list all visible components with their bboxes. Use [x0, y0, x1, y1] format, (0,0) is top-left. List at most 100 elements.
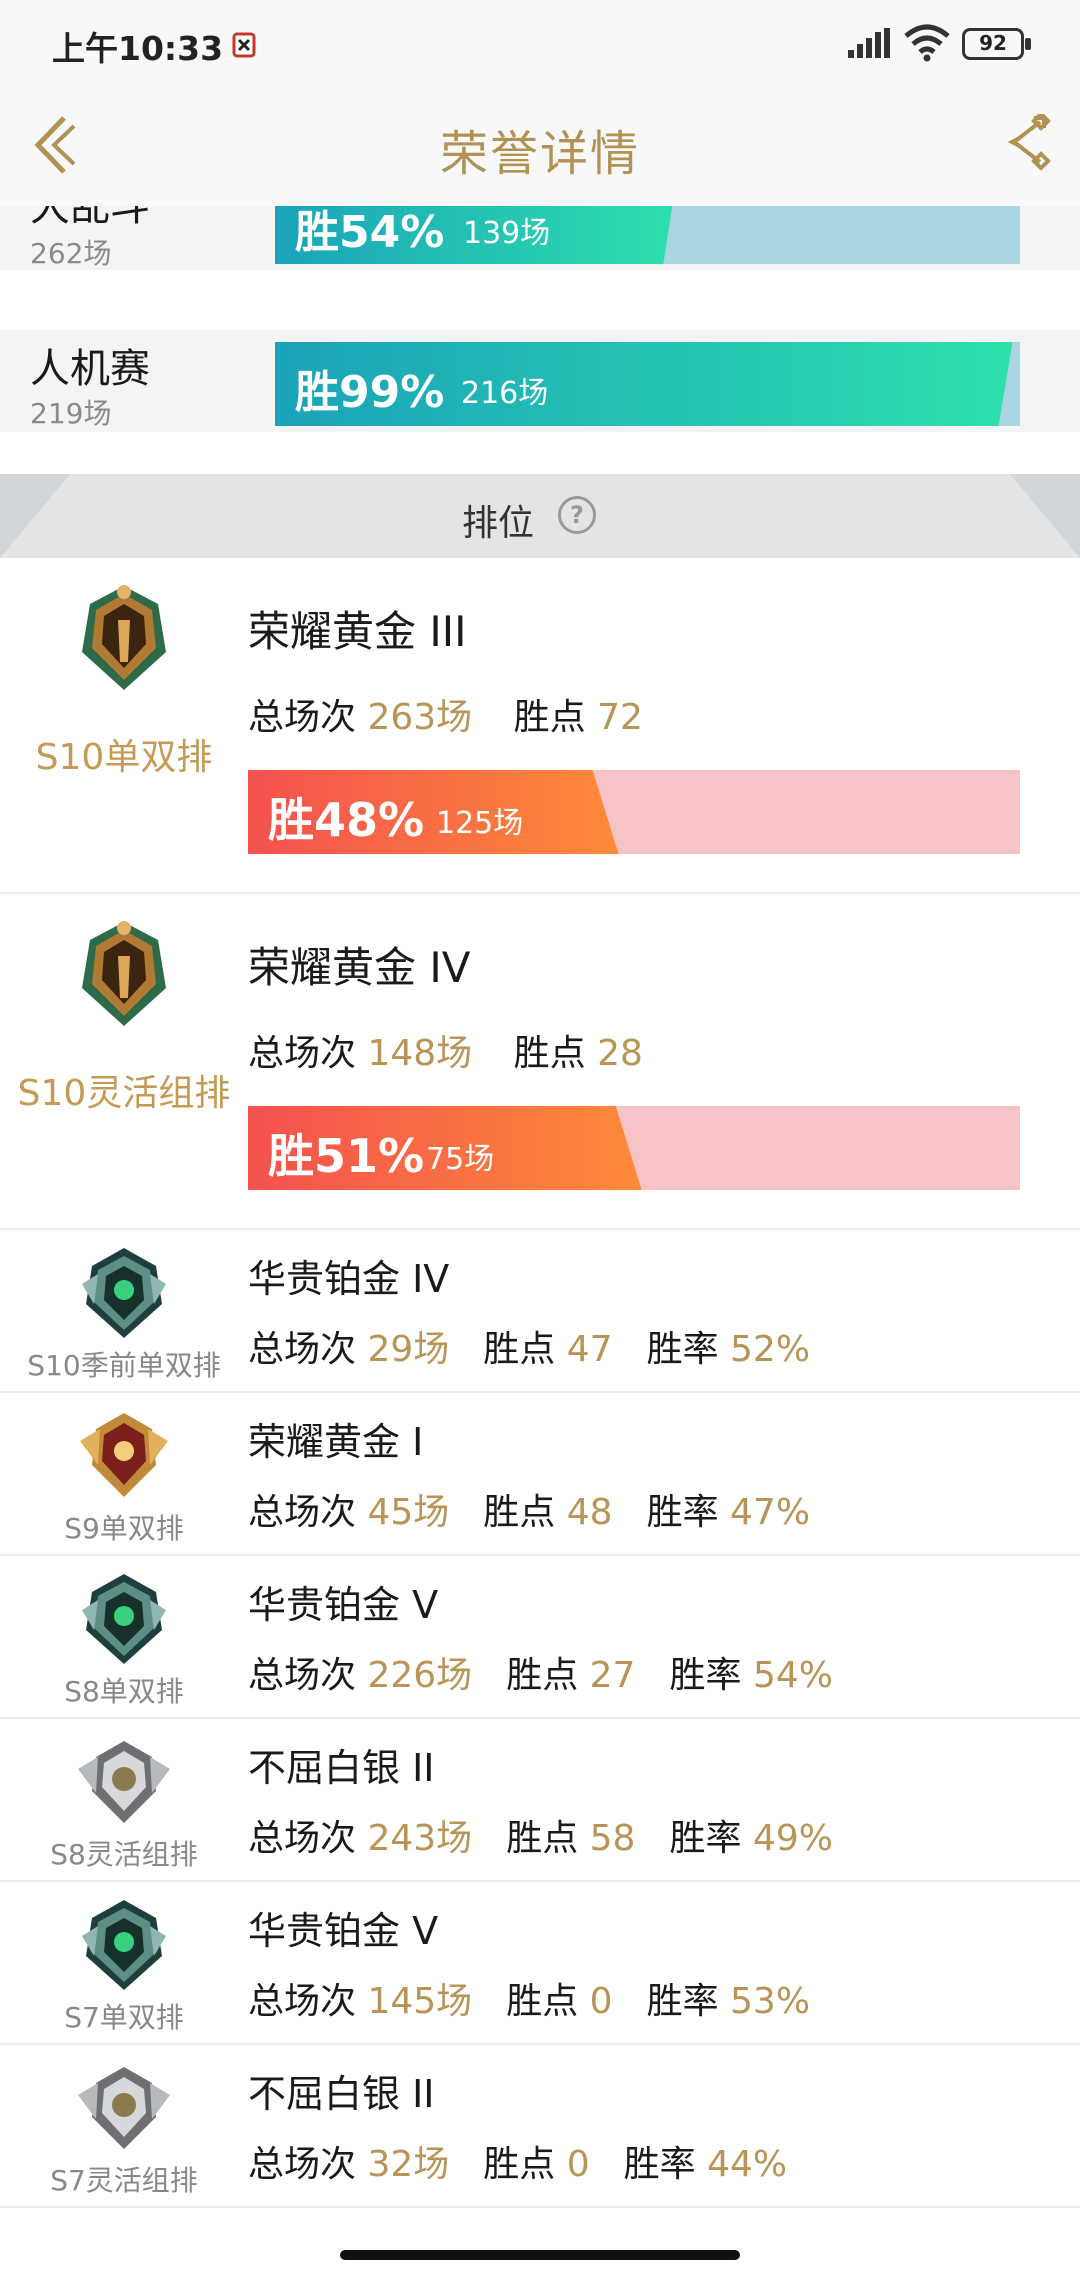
rank-history-row[interactable]: S7灵活组排 不屈白银 II 总场次 32场 胜点 0 胜率 44% — [0, 2045, 1080, 2208]
wifi-icon — [904, 24, 950, 62]
page-title: 荣誉详情 — [439, 126, 640, 182]
rate-value: 52% — [730, 1329, 811, 1370]
season-label: S7单双排 — [64, 2001, 184, 2034]
platinum-emblem-icon — [82, 1248, 166, 1338]
silver-emblem-icon — [78, 1741, 170, 1823]
rank-history-row[interactable]: S7单双排 华贵铂金 V 总场次 145场 胜点 0 胜率 53% — [0, 1882, 1080, 2045]
rank-name: 荣耀黄金 IV — [248, 943, 471, 992]
rank-section-header: 排位 ? — [0, 474, 1080, 558]
season-label: S10单双排 — [35, 737, 213, 778]
win-games-label: 216场 — [461, 376, 549, 411]
home-indicator[interactable] — [340, 2250, 740, 2260]
rank-name: 华贵铂金 IV — [248, 1257, 450, 1301]
win-rate-bar: 胜99% 216场 — [275, 342, 1020, 426]
gold-emblem-icon — [80, 1413, 168, 1497]
total-label: 总场次 — [248, 1492, 357, 1533]
rank-stats: 总场次 243场 胜点 58 胜率 49% — [248, 1809, 867, 1861]
points-label: 胜点 — [506, 1655, 579, 1696]
mode-count: 219场 — [30, 397, 112, 430]
total-label: 总场次 — [248, 2144, 357, 2185]
total-label: 总场次 — [248, 1655, 357, 1696]
mode-row[interactable]: 人机赛 219场 胜99% 216场 — [0, 330, 1080, 432]
help-icon[interactable]: ? — [558, 496, 596, 534]
rate-label: 胜率 — [646, 1329, 719, 1370]
points-value: 0 — [566, 2144, 590, 2185]
total-value: 243场 — [367, 1818, 473, 1859]
rank-name: 荣耀黄金 III — [248, 607, 467, 656]
rank-name: 华贵铂金 V — [248, 1909, 439, 1953]
points-value: 47 — [566, 1329, 613, 1370]
total-label: 总场次 — [248, 1818, 357, 1859]
rank-stats: 总场次 226场 胜点 27 胜率 54% — [248, 1646, 867, 1698]
rate-value: 53% — [730, 1981, 811, 2022]
points-label: 胜点 — [513, 697, 586, 738]
total-value: 148场 — [367, 1033, 473, 1074]
rank-section-title: 排位 — [462, 503, 535, 544]
points-label: 胜点 — [513, 1033, 586, 1074]
list-item-partial — [0, 2218, 1080, 2280]
rank-stats: 总场次 145场 胜点 0 胜率 53% — [248, 1972, 844, 2024]
win-rate-bar: 胜51% 75场 — [248, 1106, 1020, 1190]
rank-stats: 总场次 148场 胜点 28 — [248, 1024, 673, 1076]
mode-name: 人机赛 — [30, 346, 150, 392]
points-value: 72 — [597, 697, 643, 738]
rank-name: 不屈白银 II — [248, 2072, 435, 2116]
points-label: 胜点 — [506, 1981, 579, 2022]
total-label: 总场次 — [248, 1329, 357, 1370]
silver-emblem-icon — [78, 2067, 170, 2149]
points-label: 胜点 — [506, 1818, 579, 1859]
rank-history-row[interactable]: S9单双排 荣耀黄金 I 总场次 45场 胜点 48 胜率 47% — [0, 1393, 1080, 1556]
signal-icon — [848, 28, 890, 58]
rank-stats: 总场次 263场 胜点 72 — [248, 688, 673, 740]
rank-history-row[interactable]: S8灵活组排 不屈白银 II 总场次 243场 胜点 58 胜率 49% — [0, 1719, 1080, 1882]
share-icon[interactable] — [1000, 114, 1052, 170]
points-value: 0 — [589, 1981, 613, 2022]
rank-stats: 总场次 32场 胜点 0 胜率 44% — [248, 2135, 821, 2187]
rate-value: 44% — [707, 2144, 788, 2185]
win-games-label: 125场 — [436, 806, 524, 841]
rank-card[interactable]: S10灵活组排 荣耀黄金 IV 总场次 148场 胜点 28 胜51% 75场 — [0, 894, 1080, 1230]
win-rate-label: 胜99% — [295, 367, 445, 418]
rank-name: 华贵铂金 V — [248, 1583, 439, 1627]
win-games-label: 139场 — [463, 216, 551, 251]
platinum-emblem-icon — [82, 1900, 166, 1990]
points-label: 胜点 — [483, 1329, 556, 1370]
total-label: 总场次 — [248, 697, 357, 738]
total-label: 总场次 — [248, 1033, 357, 1074]
points-label: 胜点 — [483, 2144, 556, 2185]
rank-card[interactable]: S10单双排 荣耀黄金 III 总场次 263场 胜点 72 胜48% 125场 — [0, 558, 1080, 894]
rate-label: 胜率 — [623, 2144, 696, 2185]
total-label: 总场次 — [248, 1981, 357, 2022]
season-label: S8灵活组排 — [50, 1838, 198, 1871]
battery-level: 92 — [979, 31, 1007, 55]
total-value: 226场 — [367, 1655, 473, 1696]
rate-value: 54% — [752, 1655, 833, 1696]
points-value: 27 — [589, 1655, 636, 1696]
app-header: 荣誉详情 — [0, 86, 1080, 206]
win-games-label: 75场 — [426, 1142, 495, 1177]
status-time: 上午10:33 — [52, 29, 224, 68]
rank-stats: 总场次 29场 胜点 47 胜率 52% — [248, 1320, 844, 1372]
points-value: 58 — [589, 1818, 636, 1859]
season-label: S10季前单双排 — [27, 1349, 221, 1382]
points-label: 胜点 — [483, 1492, 556, 1533]
platinum-emblem-icon — [82, 1574, 166, 1664]
total-value: 45场 — [367, 1492, 450, 1533]
rate-label: 胜率 — [669, 1818, 742, 1859]
points-value: 28 — [597, 1033, 643, 1074]
rank-stats: 总场次 45场 胜点 48 胜率 47% — [248, 1483, 844, 1535]
rank-history-row[interactable]: S8单双排 华贵铂金 V 总场次 226场 胜点 27 胜率 54% — [0, 1556, 1080, 1719]
win-rate-label: 胜48% — [268, 793, 425, 847]
points-value: 48 — [566, 1492, 613, 1533]
total-value: 145场 — [367, 1981, 473, 2022]
rate-value: 49% — [752, 1818, 833, 1859]
total-value: 29场 — [367, 1329, 450, 1370]
win-rate-label: 胜51% — [268, 1129, 425, 1183]
season-label: S7灵活组排 — [50, 2164, 198, 2197]
rate-label: 胜率 — [669, 1655, 742, 1696]
status-bar: 上午10:33 92 — [0, 0, 1080, 86]
rank-name: 不屈白银 II — [248, 1746, 435, 1790]
total-value: 263场 — [367, 697, 473, 738]
season-label: S8单双排 — [64, 1675, 184, 1708]
rank-history-row[interactable]: S10季前单双排 华贵铂金 IV 总场次 29场 胜点 47 胜率 52% — [0, 1230, 1080, 1393]
